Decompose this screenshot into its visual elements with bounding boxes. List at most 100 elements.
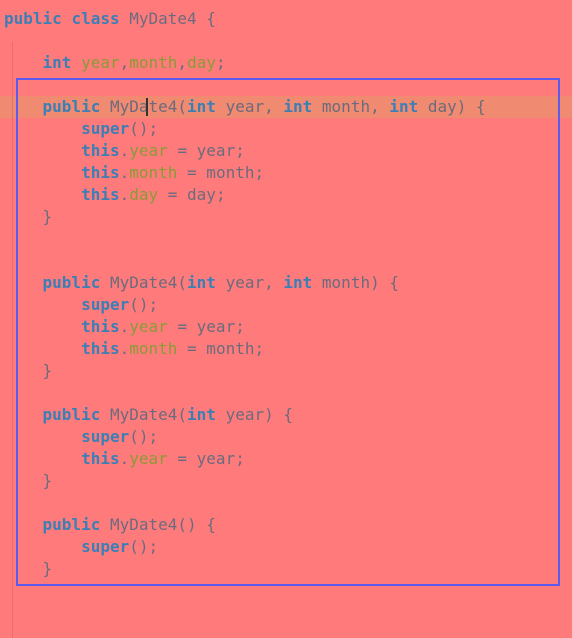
code-token: , [119,53,130,72]
code-editor[interactable]: public class MyDate4 { int year,month,da… [0,0,572,638]
keyword-token: this [81,163,120,182]
code-line[interactable]: this.year = year; [4,316,245,338]
code-token: year) { [215,405,293,424]
code-token: year, [215,273,284,292]
field-token: year [129,317,168,336]
code-line[interactable]: this.year = year; [4,448,245,470]
code-line[interactable]: public MyDate4(int year) { [4,404,293,426]
code-token: MyDate4( [100,273,188,292]
field-token: day [187,53,216,72]
code-line[interactable]: super(); [4,426,158,448]
field-token: year [81,53,120,72]
code-token: year, [215,97,284,116]
code-line[interactable]: } [4,360,53,382]
code-token: = month; [177,163,265,182]
code-token: . [119,317,130,336]
code-token: MyDate4 { [119,9,216,28]
code-line[interactable]: this.year = year; [4,140,245,162]
code-token: , [177,53,188,72]
code-token: MyDate4( [100,405,188,424]
code-line[interactable]: public MyDate4(int year, int month) { [4,272,399,294]
keyword-token: public [42,97,101,116]
code-token: . [119,141,130,160]
keyword-token: super [81,295,130,314]
keyword-token: this [81,141,120,160]
field-token: year [129,449,168,468]
code-token: } [4,471,53,490]
code-line[interactable]: super(); [4,536,158,558]
code-token: = day; [158,185,226,204]
code-token: = year; [167,141,245,160]
keyword-token: this [81,185,120,204]
code-line[interactable]: this.month = month; [4,338,264,360]
code-token: (); [129,427,159,446]
keyword-token: this [81,317,120,336]
code-token: (); [129,537,159,556]
code-line[interactable]: this.month = month; [4,162,264,184]
keyword-token: this [81,449,120,468]
text-caret [146,98,148,116]
code-line[interactable]: public MyDate4() { [4,514,216,536]
keyword-token: super [81,119,130,138]
code-line[interactable]: } [4,558,53,580]
code-line[interactable]: this.day = day; [4,184,226,206]
code-token: } [4,361,53,380]
keyword-token: int [283,273,313,292]
field-token: year [129,141,168,160]
code-token: ; [215,53,226,72]
code-token: } [4,207,53,226]
code-token: MyDate4() { [100,515,216,534]
code-token: } [4,559,53,578]
field-token: month [129,163,178,182]
keyword-token: int [283,97,313,116]
keyword-token: int [187,97,216,116]
code-token: day) { [418,97,486,116]
keyword-token: int [42,53,72,72]
code-line[interactable]: } [4,470,53,492]
code-token: . [119,339,130,358]
code-line[interactable]: public class MyDate4 { [4,8,216,30]
code-token: = year; [167,317,245,336]
keyword-token: super [81,427,130,446]
keyword-token: public [42,405,101,424]
code-line[interactable]: public MyDate4(int year, int month, int … [4,96,486,118]
code-token: = year; [167,449,245,468]
keyword-token: public [42,273,101,292]
field-token: month [129,53,178,72]
field-token: month [129,339,178,358]
keyword-token: int [187,405,216,424]
keyword-token: super [81,537,130,556]
code-line[interactable]: super(); [4,118,158,140]
code-line[interactable]: super(); [4,294,158,316]
code-token: . [119,449,130,468]
code-token: MyDate4( [100,97,188,116]
code-token: (); [129,119,159,138]
keyword-token: public [42,515,101,534]
code-token: = month; [177,339,265,358]
keyword-token: class [71,9,120,28]
code-token: . [119,185,130,204]
keyword-token: public [4,9,62,28]
keyword-token: int [389,97,419,116]
code-line[interactable]: } [4,206,53,228]
code-token: month, [312,97,390,116]
field-token: day [129,185,159,204]
code-token: (); [129,295,159,314]
code-line[interactable]: int year,month,day; [4,52,226,74]
keyword-token: this [81,339,120,358]
